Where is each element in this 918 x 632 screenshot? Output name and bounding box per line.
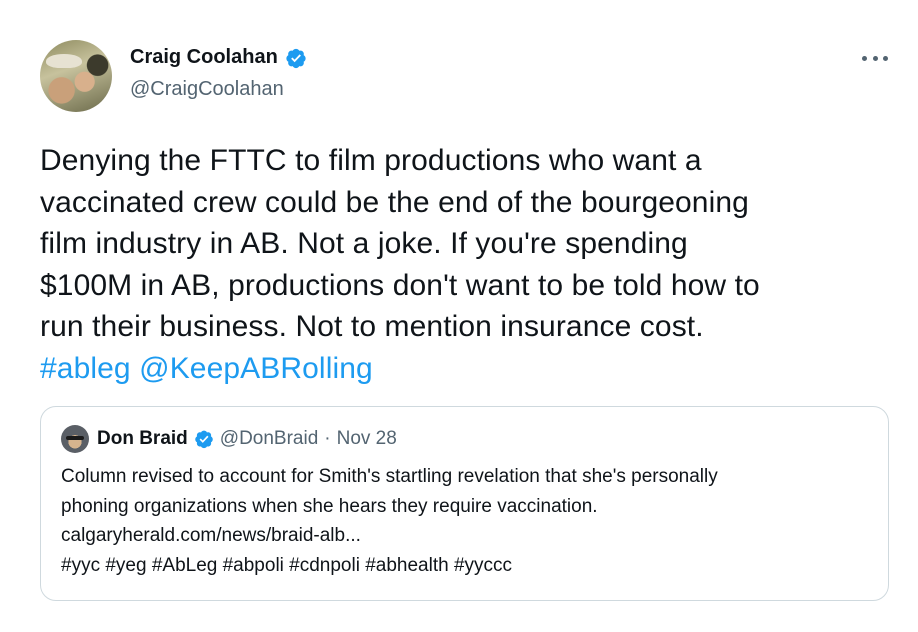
author-name-row: Craig Coolahan — [130, 46, 307, 69]
tweet-text-line: run their business. Not to mention insur… — [40, 310, 704, 343]
verified-badge-icon — [286, 48, 306, 68]
author-handle[interactable]: @CraigCoolahan — [130, 78, 284, 101]
quoted-body-link: calgaryherald.com/news/braid-alb... — [61, 525, 361, 546]
verified-badge-icon — [195, 430, 213, 449]
tweet-text: Denying the FTTC to film productions who… — [40, 140, 900, 389]
separator-dot: · — [324, 428, 331, 449]
tweet-text-line: $100M in AB, productions don't want to b… — [40, 268, 760, 302]
author-avatar[interactable] — [40, 40, 112, 112]
quoted-tweet[interactable]: Don Braid @DonBraid · Nov 28 Column revi… — [40, 406, 889, 601]
more-dot — [872, 55, 878, 61]
quoted-author-avatar — [61, 425, 89, 453]
more-dot — [883, 55, 888, 61]
quoted-body-hashtags: #yyc #yeg #AbLeg #abpoli #cdnpoli #abhea… — [61, 554, 513, 576]
tweet-text-line: Denying the FTTC to film productions who… — [40, 144, 702, 177]
quoted-author-handle: @DonBraid — [219, 428, 319, 449]
quoted-tweet-header: Don Braid @DonBraid · Nov 28 — [61, 425, 397, 453]
avatar-hat-detail — [46, 54, 82, 68]
quoted-tweet-body: Column revised to account for Smith's st… — [61, 462, 871, 580]
quoted-author-display-name: Don Braid — [97, 428, 188, 449]
quoted-body-line: Column revised to account for Smith's st… — [61, 466, 718, 487]
tweet-text-line: film industry in AB. Not a joke. If you'… — [40, 227, 688, 260]
more-dot — [862, 55, 867, 61]
tweet-links-line: #ableg @KeepABRolling — [40, 348, 900, 390]
author-display-name[interactable]: Craig Coolahan — [130, 46, 278, 69]
tweet-text-line: vaccinated crew could be the end of the … — [40, 185, 749, 219]
mention-link[interactable]: @KeepABRolling — [139, 352, 373, 385]
quoted-tweet-date: Nov 28 — [336, 428, 397, 449]
more-horizontal-icon[interactable] — [862, 48, 888, 68]
tweet-card: Craig Coolahan @CraigCoolahan Denying th… — [0, 0, 918, 632]
hashtag-link[interactable]: #ableg — [40, 352, 131, 385]
quoted-body-line: phoning organizations when she hears the… — [61, 495, 598, 517]
